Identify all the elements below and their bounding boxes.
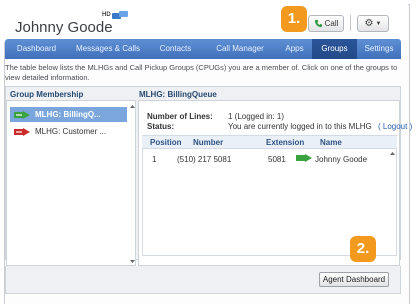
tab-messages-calls[interactable]: Messages & Calls <box>68 39 148 59</box>
group-list: MLHG: BillingQ... MLHG: Customer ... <box>6 100 136 266</box>
logout-link[interactable]: ( Logout ) <box>378 122 412 131</box>
chevron-down-icon: ▼ <box>375 20 382 27</box>
status-label: Status: <box>147 122 175 131</box>
tab-call-manager[interactable]: Call Manager <box>203 39 277 59</box>
header: Johnny Goode HD <box>4 4 408 42</box>
lines-value: 1 (Logged in: 1) <box>228 112 285 121</box>
cell-position: 1 <box>152 155 157 164</box>
group-item-label: MLHG: Customer ... <box>35 127 107 136</box>
lines-label: Number of Lines: <box>147 112 213 121</box>
group-list-scrollbar[interactable] <box>129 103 136 265</box>
page-description: The table below lists the MLHGs and Call… <box>5 63 398 82</box>
group-item-label: MLHG: BillingQ... <box>35 110 101 119</box>
column-position: Position <box>150 138 182 147</box>
group-membership-title: Group Membership <box>10 90 84 99</box>
cell-number: (510) 217 5081 <box>177 155 232 164</box>
hd-badge: HD <box>102 12 111 18</box>
column-number: Number <box>193 138 224 147</box>
table-row[interactable]: 1 (510) 217 5081 5081 Johnny Goode <box>143 154 388 167</box>
user-name: Johnny Goode <box>15 19 113 36</box>
status-value: You are currently logged in to this MLHG <box>228 122 372 131</box>
callout-1: 1. <box>281 6 307 32</box>
divider <box>350 15 351 31</box>
main-nav: Dashboard Messages & Calls Contacts Call… <box>5 39 401 59</box>
member-table-scrollbar[interactable] <box>389 150 396 254</box>
tab-apps[interactable]: Apps <box>277 39 312 59</box>
status-icon <box>296 154 312 164</box>
group-item-customer[interactable]: MLHG: Customer ... <box>10 124 127 139</box>
queue-title: MLHG: BillingQueue <box>139 90 217 99</box>
phone-icon <box>314 19 322 28</box>
cell-name: Johnny Goode <box>315 155 368 164</box>
tab-settings[interactable]: Settings <box>357 39 401 59</box>
call-button-label: Call <box>324 19 339 28</box>
tab-dashboard[interactable]: Dashboard <box>5 39 68 59</box>
callout-2: 2. <box>350 236 376 262</box>
group-item-billing-queue[interactable]: MLHG: BillingQ... <box>10 107 127 122</box>
tab-groups[interactable]: Groups <box>312 39 357 59</box>
green-arrow-icon <box>14 110 30 119</box>
cell-extension: 5081 <box>268 155 286 164</box>
red-arrow-icon <box>14 127 30 136</box>
settings-menu-button[interactable]: ⚙ ▼ <box>357 15 389 32</box>
column-extension: Extension <box>266 138 305 147</box>
column-name: Name <box>320 138 342 147</box>
call-button[interactable]: Call <box>308 15 344 32</box>
agent-dashboard-button[interactable]: Agent Dashboard <box>319 272 389 287</box>
presence-icon <box>112 11 128 19</box>
member-table-header: Position Number Extension Name <box>142 135 397 149</box>
gear-icon: ⚙ <box>364 18 374 29</box>
tab-contacts[interactable]: Contacts <box>148 39 203 59</box>
